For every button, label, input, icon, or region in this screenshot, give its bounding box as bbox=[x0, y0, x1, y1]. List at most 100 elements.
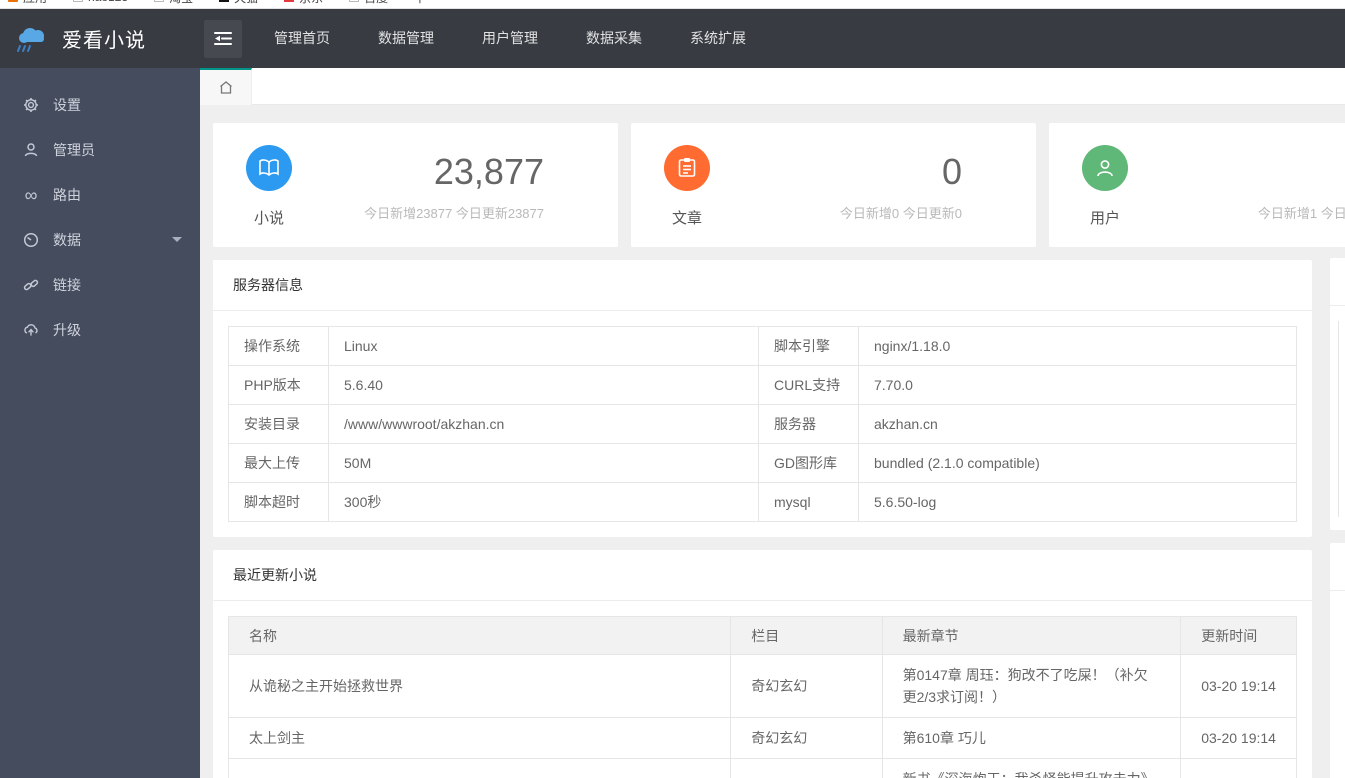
favicon bbox=[73, 0, 84, 2]
collapse-menu-icon bbox=[214, 32, 232, 45]
app-title: 爱看小说 bbox=[62, 30, 146, 52]
user-icon bbox=[1097, 160, 1113, 177]
sidebar-item-label: 设置 bbox=[53, 96, 81, 113]
novel-category: 奇幻玄幻 bbox=[730, 717, 883, 759]
server-info-panel: 服务器信息 操作系统 Linux 脚本引擎 nginx/1.18.0 PHP版本 bbox=[213, 260, 1312, 537]
bookmark-partial[interactable]: 下 bbox=[414, 0, 426, 6]
book-icon bbox=[259, 159, 279, 177]
sidebar-item-upgrade[interactable]: 升级 bbox=[0, 307, 200, 352]
stat-card-users: 用户 2 今日新增1 今日更新1 bbox=[1049, 123, 1345, 247]
user-circle-badge bbox=[1082, 145, 1128, 191]
server-value: Linux bbox=[328, 326, 759, 366]
sidebar-item-data[interactable]: 数据 bbox=[0, 217, 200, 262]
top-navigation: 管理首页 数据管理 用户管理 数据采集 系统扩展 bbox=[250, 9, 770, 68]
server-key: 服务器 bbox=[758, 404, 859, 444]
tab-home[interactable] bbox=[200, 68, 252, 105]
table-row: 脚本超时 300秒 mysql 5.6.50-log bbox=[228, 482, 1297, 522]
server-value: bundled (2.1.0 compatible) bbox=[858, 443, 1297, 483]
server-value: nginx/1.18.0 bbox=[858, 326, 1297, 366]
column-header-category: 栏目 bbox=[730, 616, 883, 655]
bookmark-label: 淘宝 bbox=[169, 0, 193, 6]
nav-data-collection[interactable]: 数据采集 bbox=[562, 9, 666, 68]
sidebar-item-route[interactable]: ∞ 路由 bbox=[0, 172, 200, 217]
server-key: mysql bbox=[758, 482, 859, 522]
novel-name: 太上剑主 bbox=[227, 717, 732, 759]
recent-novels-table: 名称 栏目 最新章节 更新时间 从诡秘之主开始拯救世界 奇幻玄幻 第0147章 … bbox=[227, 616, 1297, 778]
nav-system-extension[interactable]: 系统扩展 bbox=[666, 9, 770, 68]
server-key: 脚本引擎 bbox=[758, 326, 859, 366]
stat-cards-row: 小说 23,877 今日新增23877 今日更新23877 文章 0 今日新增0… bbox=[213, 123, 1345, 247]
stat-card-subtitle: 今日新增23877 今日更新23877 bbox=[364, 206, 544, 221]
server-value: 300秒 bbox=[328, 482, 759, 522]
nav-admin-home[interactable]: 管理首页 bbox=[250, 9, 354, 68]
table-row: 安装目录 /www/wwwroot/akzhan.cn 服务器 akzhan.c… bbox=[228, 404, 1297, 444]
novel-update-time: 03-20 19:14 bbox=[1180, 654, 1297, 718]
favicon bbox=[154, 0, 165, 2]
sidebar-collapse-button[interactable] bbox=[204, 19, 242, 58]
cloud-upload-icon bbox=[22, 322, 40, 338]
table-row: 最大上传 50M GD图形库 bundled (2.1.0 compatible… bbox=[228, 443, 1297, 483]
sidebar-item-label: 升级 bbox=[53, 321, 81, 338]
novel-circle-badge bbox=[246, 145, 292, 191]
column-header-name: 名称 bbox=[227, 616, 732, 655]
bookmark-apps[interactable]: 应用 bbox=[8, 0, 47, 6]
column-header-time: 更新时间 bbox=[1180, 616, 1297, 655]
route-icon: ∞ bbox=[24, 184, 38, 205]
server-key: PHP版本 bbox=[228, 365, 329, 405]
sidebar-item-label: 链接 bbox=[53, 276, 81, 293]
recent-novels-panel: 最近更新小说 名称 栏目 最新章节 更新时间 从诡秘之主开始拯救世界 奇幻玄幻 … bbox=[213, 550, 1312, 778]
bookmark-jd[interactable]: 京东 bbox=[284, 0, 323, 6]
sidebar-item-admin[interactable]: 管理员 bbox=[0, 127, 200, 172]
column-header-chapter: 最新章节 bbox=[881, 616, 1182, 655]
article-icon bbox=[678, 158, 696, 177]
clipped-right-panel-bottom bbox=[1330, 543, 1345, 778]
panel-title: 最近更新小说 bbox=[213, 550, 1312, 601]
stat-card-value: 0 bbox=[941, 151, 962, 192]
sidebar-item-settings[interactable]: 设置 bbox=[0, 82, 200, 127]
browser-bookmarks-bar: 应用 hao123 淘宝 天猫 京东 百度 下 bbox=[0, 0, 1345, 9]
clipped-right-panel-top bbox=[1330, 258, 1345, 530]
cloud-rain-logo-icon bbox=[17, 27, 44, 52]
app-header: 爱看小说 管理首页 数据管理 用户管理 数据采集 系统扩展 bbox=[0, 9, 1345, 68]
stat-card-value: 2 bbox=[1141, 151, 1345, 193]
novel-latest-chapter: 第610章 巧儿 bbox=[881, 717, 1182, 759]
stat-card-subtitle: 今日新增1 今日更新1 bbox=[1257, 206, 1345, 221]
stat-card-label: 文章 bbox=[671, 210, 702, 227]
server-key: 最大上传 bbox=[228, 443, 329, 483]
bookmark-taobao[interactable]: 淘宝 bbox=[154, 0, 193, 6]
stat-card-subtitle: 今日新增0 今日更新0 bbox=[839, 206, 962, 221]
nav-data-management[interactable]: 数据管理 bbox=[354, 9, 458, 68]
article-circle-badge bbox=[664, 145, 710, 191]
gear-icon bbox=[22, 97, 40, 113]
server-value: 5.6.40 bbox=[328, 365, 759, 405]
server-key: CURL支持 bbox=[758, 365, 859, 405]
bookmark-label: 天猫 bbox=[234, 0, 258, 6]
server-value: /www/wwwroot/akzhan.cn bbox=[328, 404, 759, 444]
gauge-icon bbox=[22, 232, 40, 248]
server-value: 7.70.0 bbox=[858, 365, 1297, 405]
bookmark-tmall[interactable]: 天猫 bbox=[219, 0, 258, 6]
bookmark-label: 下 bbox=[414, 0, 426, 6]
dashboard-content: 小说 23,877 今日新增23877 今日更新23877 文章 0 今日新增0… bbox=[200, 105, 1345, 778]
sidebar-item-links[interactable]: 链接 bbox=[0, 262, 200, 307]
jd-favicon bbox=[284, 0, 295, 2]
tab-bar bbox=[200, 68, 1345, 105]
bookmark-baidu[interactable]: 百度 bbox=[349, 0, 388, 6]
server-key: GD图形库 bbox=[758, 443, 859, 483]
sidebar-item-label: 数据 bbox=[53, 231, 81, 248]
table-row: 太上剑主 奇幻玄幻 第610章 巧儿 03-20 19:14 bbox=[227, 717, 1297, 759]
table-row: 操作系统 Linux 脚本引擎 nginx/1.18.0 bbox=[228, 326, 1297, 366]
table-header-row: 名称 栏目 最新章节 更新时间 bbox=[227, 616, 1297, 655]
server-info-table: 操作系统 Linux 脚本引擎 nginx/1.18.0 PHP版本 5.6.4… bbox=[228, 326, 1297, 522]
nav-user-management[interactable]: 用户管理 bbox=[458, 9, 562, 68]
bookmark-label: 百度 bbox=[364, 0, 388, 6]
novel-category: 奇幻玄幻 bbox=[730, 654, 883, 718]
stat-card-articles: 文章 0 今日新增0 今日更新0 bbox=[631, 123, 1036, 247]
panel-title: 服务器信息 bbox=[213, 260, 1312, 311]
novel-latest-chapter: 第0147章 周珏：狗改不了吃屎！（补欠更2/3求订阅！） bbox=[881, 654, 1182, 718]
server-key: 安装目录 bbox=[228, 404, 329, 444]
bookmark-hao123[interactable]: hao123 bbox=[73, 0, 128, 4]
home-icon bbox=[219, 81, 232, 94]
apps-grid-icon bbox=[8, 0, 18, 2]
server-value: akzhan.cn bbox=[858, 404, 1297, 444]
